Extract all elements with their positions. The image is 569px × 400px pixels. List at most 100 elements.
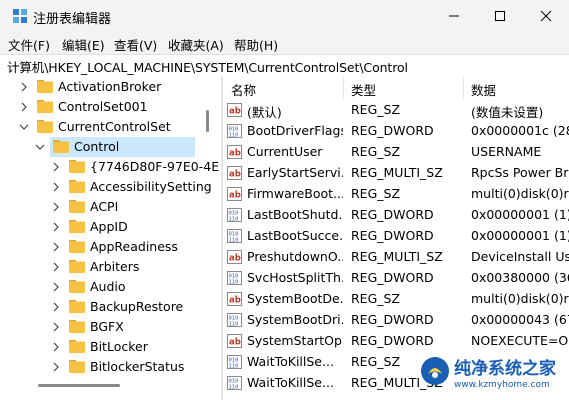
tree-horizontal-scrollbar[interactable] bbox=[38, 384, 120, 387]
tree-item[interactable]: {7746D80F-97E0-4E bbox=[0, 157, 221, 177]
folder-icon bbox=[37, 100, 53, 113]
value-row[interactable]: ab (默认) REG_SZ (数值未设置) bbox=[223, 100, 569, 121]
value-name: CurrentUser bbox=[247, 144, 323, 159]
binary-value-icon: 010110 bbox=[227, 229, 242, 243]
tree-item[interactable]: BitLocker bbox=[0, 337, 221, 357]
value-type: REG_DWORD bbox=[351, 228, 434, 243]
tree-item[interactable]: ActivationBroker bbox=[0, 77, 221, 97]
chevron-right-icon[interactable] bbox=[18, 81, 30, 93]
value-data: 0x00000001 (1) bbox=[471, 228, 569, 243]
chevron-down-icon[interactable] bbox=[18, 121, 30, 133]
selection-highlight bbox=[50, 137, 195, 157]
value-row[interactable]: ab EarlyStartServi... REG_MULTI_SZ RpcSs Po… bbox=[223, 163, 569, 184]
watermark-url: www.kzmyhome.com bbox=[454, 380, 550, 390]
string-value-icon: ab bbox=[227, 187, 242, 201]
tree-item[interactable]: BackupRestore bbox=[0, 297, 221, 317]
menu-favorites[interactable]: 收藏夹(A) bbox=[168, 35, 224, 54]
svg-text:ab: ab bbox=[229, 296, 241, 306]
value-row[interactable]: ab SystemStartOp... REG_DWORD NOEXECUTE=O bbox=[223, 331, 569, 352]
column-header-data[interactable]: 数据 bbox=[471, 80, 496, 99]
menu-file[interactable]: 文件(F) bbox=[8, 35, 50, 54]
chevron-right-icon[interactable] bbox=[50, 221, 62, 233]
chevron-right-icon[interactable] bbox=[50, 361, 62, 373]
tree-item[interactable]: AppID bbox=[0, 217, 221, 237]
tree-vertical-scrollbar[interactable] bbox=[206, 110, 209, 132]
tree-item-label: Audio bbox=[90, 279, 126, 294]
chevron-right-icon[interactable] bbox=[50, 181, 62, 193]
chevron-right-icon[interactable] bbox=[50, 341, 62, 353]
value-row[interactable]: 010 110 SvcHostSplitTh... REG_DWORD 0x003800… bbox=[223, 268, 569, 289]
regedit-icon bbox=[13, 9, 27, 23]
tree-item-label: Control bbox=[74, 139, 120, 154]
tree-item[interactable]: AccessibilitySetting bbox=[0, 177, 221, 197]
value-data: 0x00000001 (1) bbox=[471, 207, 569, 222]
tree-item[interactable]: CurrentControlSet bbox=[0, 117, 221, 137]
tree-item-label: BGFX bbox=[90, 319, 124, 334]
folder-icon bbox=[69, 280, 85, 293]
column-header-name[interactable]: 名称 bbox=[231, 80, 256, 99]
column-header-type[interactable]: 类型 bbox=[351, 80, 376, 99]
tree-item-label: BackupRestore bbox=[90, 299, 184, 314]
close-button[interactable] bbox=[523, 0, 569, 32]
svg-text:ab: ab bbox=[229, 170, 241, 180]
svg-text:ab: ab bbox=[229, 254, 241, 264]
value-row[interactable]: 010 110 LastBootSucce... REG_DWORD 0x0000000… bbox=[223, 226, 569, 247]
value-type: REG_SZ bbox=[351, 291, 401, 306]
menu-view[interactable]: 查看(V) bbox=[114, 35, 157, 54]
value-name: LastBootShutd... bbox=[247, 207, 343, 222]
value-type: REG_SZ bbox=[351, 102, 401, 117]
tree-item[interactable]: BitlockerStatus bbox=[0, 357, 221, 377]
chevron-right-icon[interactable] bbox=[50, 241, 62, 253]
column-divider[interactable] bbox=[463, 77, 464, 99]
chevron-right-icon[interactable] bbox=[50, 201, 62, 213]
string-value-icon: ab bbox=[227, 292, 242, 306]
chevron-right-icon[interactable] bbox=[50, 321, 62, 333]
tree-item[interactable]: Audio bbox=[0, 277, 221, 297]
chevron-right-icon[interactable] bbox=[18, 101, 30, 113]
tree-item[interactable]: Arbiters bbox=[0, 257, 221, 277]
folder-icon bbox=[37, 80, 53, 93]
value-row[interactable]: 010 110 LastBootShutd... REG_DWORD 0x0000000… bbox=[223, 205, 569, 226]
chevron-down-icon[interactable] bbox=[34, 141, 46, 153]
tree-item[interactable]: Control bbox=[0, 137, 221, 157]
value-row[interactable]: ab FirmwareBoot... REG_SZ multi(0)disk(0)r bbox=[223, 184, 569, 205]
value-type: REG_DWORD bbox=[351, 123, 434, 138]
value-row[interactable]: 010 110 BootDriverFlags REG_DWORD 0x0000001c… bbox=[223, 121, 569, 142]
registry-tree[interactable]: ActivationBroker ControlSet001 CurrentCont… bbox=[0, 77, 221, 400]
value-type: REG_DWORD bbox=[351, 312, 434, 327]
chevron-right-icon[interactable] bbox=[50, 281, 62, 293]
value-name: (默认) bbox=[247, 105, 282, 120]
watermark-title: 纯净系统之家 bbox=[454, 359, 556, 379]
address-path[interactable]: 计算机\HKEY_LOCAL_MACHINE\SYSTEM\CurrentCon… bbox=[7, 57, 408, 76]
folder-icon bbox=[53, 140, 69, 153]
value-row[interactable]: ab SystemBootDe... REG_SZ multi(0)disk(0)r bbox=[223, 289, 569, 310]
menu-help[interactable]: 帮助(H) bbox=[234, 35, 278, 54]
address-bar[interactable]: 计算机\HKEY_LOCAL_MACHINE\SYSTEM\CurrentCon… bbox=[0, 54, 569, 78]
maximize-button[interactable] bbox=[477, 0, 523, 32]
folder-icon bbox=[69, 160, 85, 173]
value-row[interactable]: ab CurrentUser REG_SZ USERNAME bbox=[223, 142, 569, 163]
chevron-right-icon[interactable] bbox=[50, 301, 62, 313]
binary-value-icon: 010110 bbox=[227, 208, 242, 222]
tree-item[interactable]: ControlSet001 bbox=[0, 97, 221, 117]
minimize-icon bbox=[449, 15, 459, 17]
tree-item[interactable]: BGFX bbox=[0, 317, 221, 337]
binary-value-icon: 010110 bbox=[227, 313, 242, 327]
menu-bar: 文件(F) 编辑(E) 查看(V) 收藏夹(A) 帮助(H) bbox=[0, 32, 569, 54]
value-row[interactable]: 010 110 SystemBootDri... REG_DWORD 0x0000004… bbox=[223, 310, 569, 331]
tree-item[interactable]: AppReadiness bbox=[0, 237, 221, 257]
window-title: 注册表编辑器 bbox=[33, 12, 112, 27]
svg-text:110: 110 bbox=[229, 385, 239, 391]
menu-edit[interactable]: 编辑(E) bbox=[62, 35, 105, 54]
value-name: EarlyStartServi... bbox=[247, 165, 343, 180]
column-divider[interactable] bbox=[343, 77, 344, 99]
minimize-button[interactable] bbox=[431, 0, 477, 32]
tree-item[interactable]: ACPI bbox=[0, 197, 221, 217]
value-data: RpcSs Power Br bbox=[471, 165, 569, 180]
value-name: LastBootSucce... bbox=[247, 228, 343, 243]
value-row[interactable]: ab PreshutdownO... REG_MULTI_SZ DeviceInsta… bbox=[223, 247, 569, 268]
tree-item-label: AppID bbox=[90, 219, 128, 234]
chevron-right-icon[interactable] bbox=[50, 261, 62, 273]
chevron-right-icon[interactable] bbox=[50, 161, 62, 173]
tree-item-label: ControlSet001 bbox=[58, 99, 148, 114]
